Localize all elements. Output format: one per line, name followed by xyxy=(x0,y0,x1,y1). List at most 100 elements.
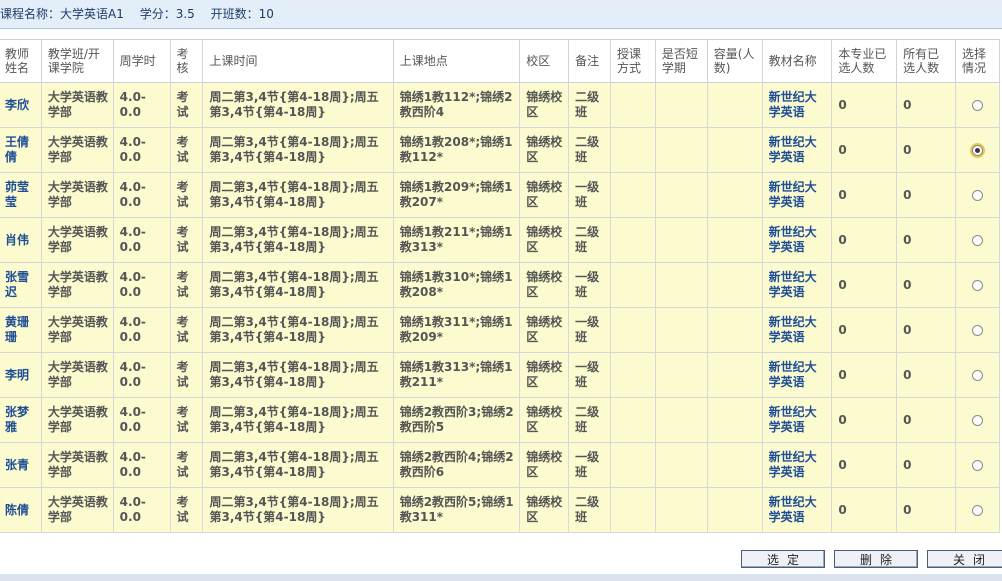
select-radio[interactable] xyxy=(971,324,983,336)
table-row: 王倩倩 大学英语教学部 4.0-0.0 考试 周二第3,4节{第4-18周};周五第3,… xyxy=(0,127,1001,173)
cell-college: 大学英语教学部 xyxy=(40,442,114,488)
column-header-mode: 授课方式 xyxy=(610,39,656,83)
select-radio[interactable] xyxy=(971,504,983,516)
cell-exam: 考试 xyxy=(169,217,204,263)
cell-short-term xyxy=(654,217,708,263)
cell-textbook: 新世纪大学英语 xyxy=(761,307,833,353)
cell-textbook: 新世纪大学英语 xyxy=(761,442,833,488)
cell-all-selected: 0 xyxy=(896,307,956,353)
cell-time: 周二第3,4节{第4-18周};周五第3,4节{第4-18周} xyxy=(202,307,394,353)
cell-all-selected: 0 xyxy=(896,127,956,173)
select-radio[interactable] xyxy=(971,189,983,201)
table-row: 张青 大学英语教学部 4.0-0.0 考试 周二第3,4节{第4-18周};周五第3,4… xyxy=(0,442,1001,488)
select-radio[interactable] xyxy=(971,279,983,291)
confirm-button[interactable]: 选定 xyxy=(741,550,825,568)
cell-capacity xyxy=(706,442,763,488)
course-info-bar: 课程名称：大学英语A1 学分：3.5 开班数：10 xyxy=(0,0,1002,29)
table-row: 陈倩 大学英语教学部 4.0-0.0 考试 周二第3,4节{第4-18周};周五第3,4… xyxy=(0,487,1001,533)
cell-textbook: 新世纪大学英语 xyxy=(761,487,833,533)
cell-all-selected: 0 xyxy=(896,487,956,533)
cell-teacher: 肖伟 xyxy=(0,217,42,263)
cell-major-selected: 0 xyxy=(831,352,898,398)
cell-teacher: 张青 xyxy=(0,442,42,488)
cell-major-selected: 0 xyxy=(831,127,898,173)
table-row: 黄珊珊 大学英语教学部 4.0-0.0 考试 周二第3,4节{第4-18周};周五第3,… xyxy=(0,307,1001,353)
cell-all-selected: 0 xyxy=(896,397,956,443)
cell-capacity xyxy=(706,262,763,308)
select-radio[interactable] xyxy=(971,459,983,471)
cell-all-selected: 0 xyxy=(896,172,956,218)
cell-location: 锦绣1教311*;锦绣1教209* xyxy=(392,307,521,353)
course-name: 课程名称：大学英语A1 xyxy=(0,7,124,21)
cell-mode xyxy=(610,442,656,488)
cell-select xyxy=(954,82,1001,128)
cell-college: 大学英语教学部 xyxy=(40,262,114,308)
column-header-hours: 周学时 xyxy=(112,39,171,83)
cell-capacity xyxy=(706,127,763,173)
cell-note: 一级班 xyxy=(568,172,612,218)
cell-capacity xyxy=(706,82,763,128)
cell-capacity xyxy=(706,307,763,353)
column-header-select: 选择情况 xyxy=(954,39,1001,83)
cell-note: 一级班 xyxy=(568,442,612,488)
select-radio[interactable] xyxy=(971,414,983,426)
cell-location: 锦绣2教西阶4;锦绣2教西阶6 xyxy=(392,442,521,488)
cell-all-selected: 0 xyxy=(896,217,956,263)
table-row: 李欣 大学英语教学部 4.0-0.0 考试 周二第3,4节{第4-18周};周五第3,4… xyxy=(0,82,1001,128)
course-credits: 学分：3.5 xyxy=(139,7,195,21)
cell-mode xyxy=(610,127,656,173)
cell-mode xyxy=(610,262,656,308)
cell-textbook: 新世纪大学英语 xyxy=(761,127,833,173)
cell-select xyxy=(954,217,1001,263)
cell-mode xyxy=(610,487,656,533)
cell-hours: 4.0-0.0 xyxy=(112,127,171,173)
cell-exam: 考试 xyxy=(169,82,204,128)
column-header-all-selected: 所有已选人数 xyxy=(896,39,956,83)
cell-hours: 4.0-0.0 xyxy=(112,262,171,308)
cell-note: 一级班 xyxy=(568,307,612,353)
cell-hours: 4.0-0.0 xyxy=(112,82,171,128)
cell-time: 周二第3,4节{第4-18周};周五第3,4节{第4-18周} xyxy=(202,262,394,308)
column-header-teacher: 教师姓名 xyxy=(0,39,42,83)
cell-hours: 4.0-0.0 xyxy=(112,487,171,533)
cell-time: 周二第3,4节{第4-18周};周五第3,4节{第4-18周} xyxy=(202,487,394,533)
cell-short-term xyxy=(654,397,708,443)
cell-hours: 4.0-0.0 xyxy=(112,442,171,488)
table-row: 肖伟 大学英语教学部 4.0-0.0 考试 周二第3,4节{第4-18周};周五第3,4… xyxy=(0,217,1001,263)
cell-short-term xyxy=(654,82,708,128)
cell-exam: 考试 xyxy=(169,127,204,173)
cell-campus: 锦绣校区 xyxy=(519,82,570,128)
cell-campus: 锦绣校区 xyxy=(519,487,570,533)
cell-select xyxy=(954,307,1001,353)
cell-note: 二级班 xyxy=(568,217,612,263)
close-button[interactable]: 关闭 xyxy=(927,550,1002,568)
cell-teacher: 茆莹莹 xyxy=(0,172,42,218)
class-selection-table: 教师姓名 教学班/开课学院 周学时 考核 上课时间 上课地点 校区 备注 授课方式 是否短学期 容量… xyxy=(0,39,1001,533)
select-radio[interactable] xyxy=(971,99,983,111)
select-radio[interactable] xyxy=(971,369,983,381)
cell-time: 周二第3,4节{第4-18周};周五第3,4节{第4-18周} xyxy=(202,352,394,398)
cell-college: 大学英语教学部 xyxy=(40,127,114,173)
cell-textbook: 新世纪大学英语 xyxy=(761,217,833,263)
cell-college: 大学英语教学部 xyxy=(40,397,114,443)
cell-exam: 考试 xyxy=(169,172,204,218)
select-radio[interactable] xyxy=(971,234,983,246)
cell-time: 周二第3,4节{第4-18周};周五第3,4节{第4-18周} xyxy=(202,217,394,263)
cell-major-selected: 0 xyxy=(831,82,898,128)
cell-teacher: 张雪迟 xyxy=(0,262,42,308)
cell-capacity xyxy=(706,217,763,263)
cell-location: 锦绣1教112*;锦绣2教西阶4 xyxy=(392,82,521,128)
cell-college: 大学英语教学部 xyxy=(40,307,114,353)
cell-campus: 锦绣校区 xyxy=(519,262,570,308)
cell-short-term xyxy=(654,127,708,173)
select-radio[interactable] xyxy=(971,144,983,156)
cell-time: 周二第3,4节{第4-18周};周五第3,4节{第4-18周} xyxy=(202,127,394,173)
spacer xyxy=(0,29,1002,39)
cell-campus: 锦绣校区 xyxy=(519,352,570,398)
cell-major-selected: 0 xyxy=(831,307,898,353)
cell-college: 大学英语教学部 xyxy=(40,217,114,263)
cell-note: 二级班 xyxy=(568,487,612,533)
delete-button[interactable]: 删除 xyxy=(834,550,918,568)
table-body: 李欣 大学英语教学部 4.0-0.0 考试 周二第3,4节{第4-18周};周五第3,4… xyxy=(0,82,1001,533)
cell-note: 二级班 xyxy=(568,82,612,128)
